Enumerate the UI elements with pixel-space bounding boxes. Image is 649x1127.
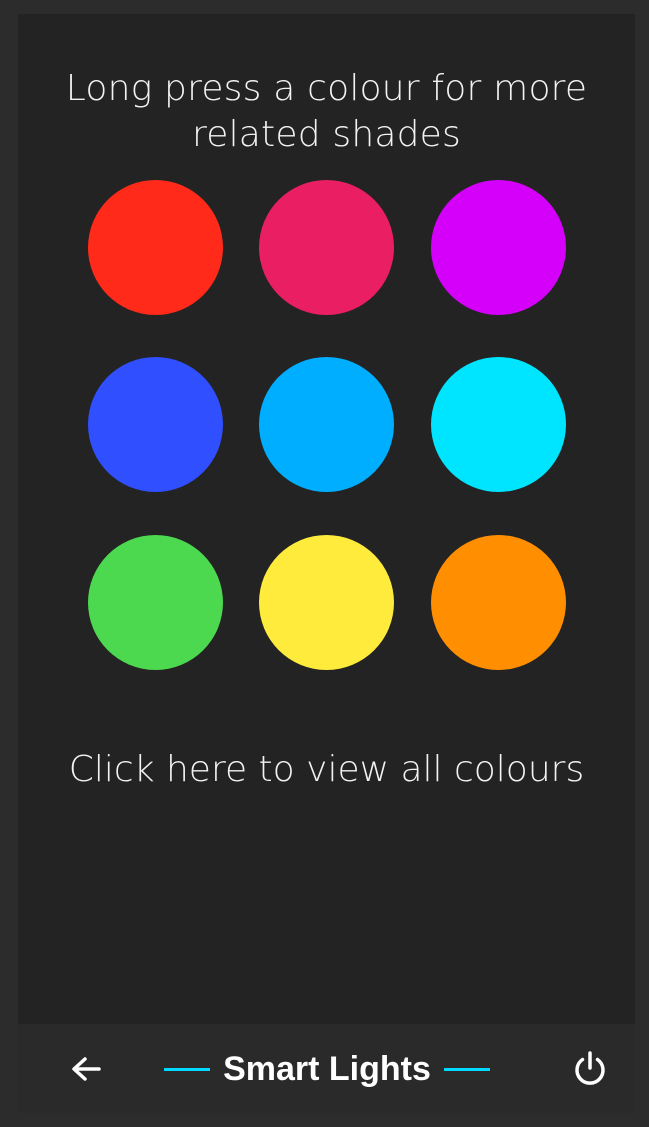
back-button[interactable] bbox=[66, 1050, 106, 1090]
bottom-bar: Smart Lights bbox=[18, 1024, 635, 1113]
color-picker-panel: Long press a colour for more related sha… bbox=[18, 14, 635, 1024]
swatch-green[interactable] bbox=[88, 535, 223, 670]
app-title-group: Smart Lights bbox=[164, 1046, 490, 1092]
swatch-yellow[interactable] bbox=[259, 535, 394, 670]
swatch-cyan[interactable] bbox=[431, 357, 566, 492]
swatch-blue[interactable] bbox=[88, 357, 223, 492]
swatch-purple[interactable] bbox=[431, 180, 566, 315]
swatch-red[interactable] bbox=[88, 180, 223, 315]
power-icon bbox=[575, 1051, 605, 1085]
app-title: Smart Lights bbox=[223, 1050, 431, 1088]
power-button[interactable] bbox=[569, 1048, 611, 1090]
swatch-orange[interactable] bbox=[431, 535, 566, 670]
title-accent-line-left bbox=[164, 1068, 210, 1071]
swatch-pink[interactable] bbox=[259, 180, 394, 315]
view-all-colours-link[interactable]: Click here to view all colours bbox=[18, 747, 635, 793]
instruction-text: Long press a colour for more related sha… bbox=[65, 68, 588, 155]
swatch-light-blue[interactable] bbox=[259, 357, 394, 492]
title-accent-line-right bbox=[444, 1068, 490, 1071]
arrow-left-icon bbox=[72, 1057, 101, 1081]
